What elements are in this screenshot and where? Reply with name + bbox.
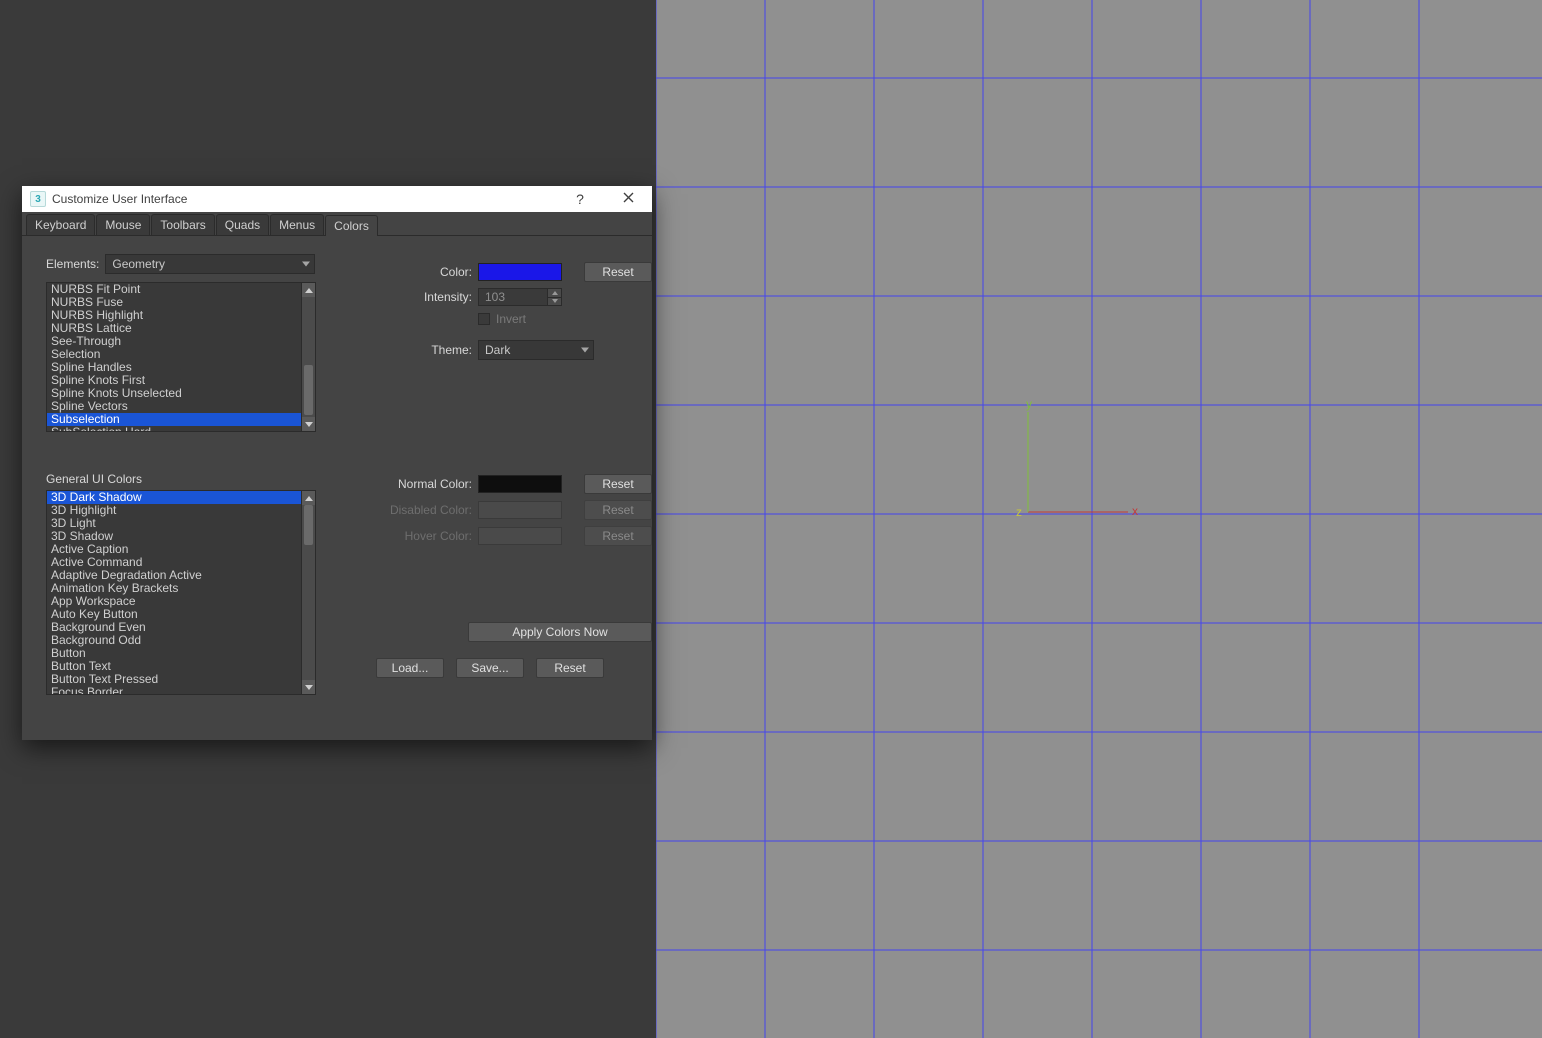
list-item[interactable]: Spline Vectors	[47, 400, 301, 413]
scroll-up-button[interactable]	[302, 283, 316, 297]
elements-dropdown-value: Geometry	[112, 257, 165, 271]
axis-gizmo: x y z	[1016, 397, 1138, 519]
reset-hover-color-button: Reset	[584, 526, 652, 546]
color-label: Color:	[376, 265, 472, 279]
chevron-down-icon	[302, 262, 310, 267]
normal-color-label: Normal Color:	[376, 477, 472, 491]
list-item[interactable]: 3D Highlight	[47, 504, 301, 517]
disabled-color-swatch	[478, 501, 562, 519]
list-item[interactable]: Button Text Pressed	[47, 673, 301, 686]
chevron-down-icon	[581, 348, 589, 353]
list-item[interactable]: NURBS Fit Point	[47, 283, 301, 296]
apply-colors-now-button[interactable]: Apply Colors Now	[468, 622, 652, 642]
axis-z-label: z	[1016, 505, 1022, 519]
invert-checkbox[interactable]	[478, 313, 490, 325]
intensity-spinner[interactable]: 103	[478, 288, 562, 306]
customize-ui-dialog: 3 Customize User Interface ? Keyboard Mo…	[22, 186, 652, 740]
general-ui-listbox[interactable]: 3D Dark Shadow3D Highlight3D Light3D Sha…	[46, 490, 316, 695]
tab-strip: Keyboard Mouse Toolbars Quads Menus Colo…	[22, 212, 652, 236]
scroll-down-button[interactable]	[302, 680, 316, 694]
tab-menus[interactable]: Menus	[270, 214, 324, 235]
list-item[interactable]: Spline Knots First	[47, 374, 301, 387]
list-item[interactable]: SubSelection Hard	[47, 426, 301, 432]
app-icon: 3	[30, 191, 46, 207]
list-item[interactable]: NURBS Fuse	[47, 296, 301, 309]
list-item[interactable]: Selection	[47, 348, 301, 361]
intensity-label: Intensity:	[376, 290, 472, 304]
dialog-body: Elements: Geometry NURBS Fit PointNURBS …	[22, 236, 652, 711]
hover-color-swatch	[478, 527, 562, 545]
theme-dropdown[interactable]: Dark	[478, 340, 594, 360]
spinner-up-button[interactable]	[547, 289, 561, 297]
axis-y-label: y	[1026, 397, 1032, 411]
list-item[interactable]: Adaptive Degradation Active	[47, 569, 301, 582]
list-item[interactable]: Active Caption	[47, 543, 301, 556]
titlebar[interactable]: 3 Customize User Interface ?	[22, 186, 652, 212]
reset-normal-color-button[interactable]: Reset	[584, 474, 652, 494]
tab-toolbars[interactable]: Toolbars	[151, 214, 214, 235]
spinner-down-button[interactable]	[547, 297, 561, 306]
scroll-thumb[interactable]	[304, 505, 313, 545]
list-item[interactable]: Subselection	[47, 413, 301, 426]
hover-color-label: Hover Color:	[376, 529, 472, 543]
load-button[interactable]: Load...	[376, 658, 444, 678]
list-item[interactable]: Focus Border	[47, 686, 301, 695]
list-item[interactable]: Button Text	[47, 660, 301, 673]
theme-label: Theme:	[376, 343, 472, 357]
general-ui-colors-label: General UI Colors	[46, 472, 316, 486]
close-icon	[623, 192, 634, 206]
invert-label: Invert	[496, 312, 526, 326]
list-item[interactable]: Active Command	[47, 556, 301, 569]
disabled-color-label: Disabled Color:	[376, 503, 472, 517]
scroll-down-button[interactable]	[302, 417, 316, 431]
elements-label: Elements:	[46, 257, 99, 271]
list-item[interactable]: NURBS Highlight	[47, 309, 301, 322]
list-item[interactable]: Background Odd	[47, 634, 301, 647]
list-item[interactable]: App Workspace	[47, 595, 301, 608]
scroll-up-button[interactable]	[302, 491, 316, 505]
list-item[interactable]: Spline Handles	[47, 361, 301, 374]
list-item[interactable]: 3D Shadow	[47, 530, 301, 543]
list-item[interactable]: Button	[47, 647, 301, 660]
close-button[interactable]	[604, 186, 652, 212]
normal-color-swatch[interactable]	[478, 475, 562, 493]
tab-colors[interactable]: Colors	[325, 215, 378, 236]
list-item[interactable]: Spline Knots Unselected	[47, 387, 301, 400]
reset-all-button[interactable]: Reset	[536, 658, 604, 678]
elements-dropdown[interactable]: Geometry	[105, 254, 315, 274]
color-swatch[interactable]	[478, 263, 562, 281]
tab-keyboard[interactable]: Keyboard	[26, 214, 95, 235]
help-button[interactable]: ?	[556, 186, 604, 212]
theme-dropdown-value: Dark	[485, 343, 510, 357]
intensity-value: 103	[485, 290, 505, 304]
ui-scrollbar[interactable]	[301, 491, 315, 694]
save-button[interactable]: Save...	[456, 658, 524, 678]
viewport-grid: x y z	[656, 0, 1542, 1038]
elements-scrollbar[interactable]	[301, 283, 315, 431]
reset-disabled-color-button: Reset	[584, 500, 652, 520]
list-item[interactable]: Animation Key Brackets	[47, 582, 301, 595]
list-item[interactable]: 3D Light	[47, 517, 301, 530]
list-item[interactable]: Auto Key Button	[47, 608, 301, 621]
tab-mouse[interactable]: Mouse	[96, 214, 150, 235]
axis-x-label: x	[1132, 504, 1138, 518]
list-item[interactable]: 3D Dark Shadow	[47, 491, 301, 504]
viewport[interactable]: x y z	[656, 0, 1542, 1038]
reset-color-button[interactable]: Reset	[584, 262, 652, 282]
list-item[interactable]: Background Even	[47, 621, 301, 634]
dialog-title: Customize User Interface	[52, 192, 556, 206]
elements-listbox[interactable]: NURBS Fit PointNURBS FuseNURBS Highlight…	[46, 282, 316, 432]
list-item[interactable]: See-Through	[47, 335, 301, 348]
tab-quads[interactable]: Quads	[216, 214, 269, 235]
scroll-thumb[interactable]	[304, 365, 313, 415]
list-item[interactable]: NURBS Lattice	[47, 322, 301, 335]
